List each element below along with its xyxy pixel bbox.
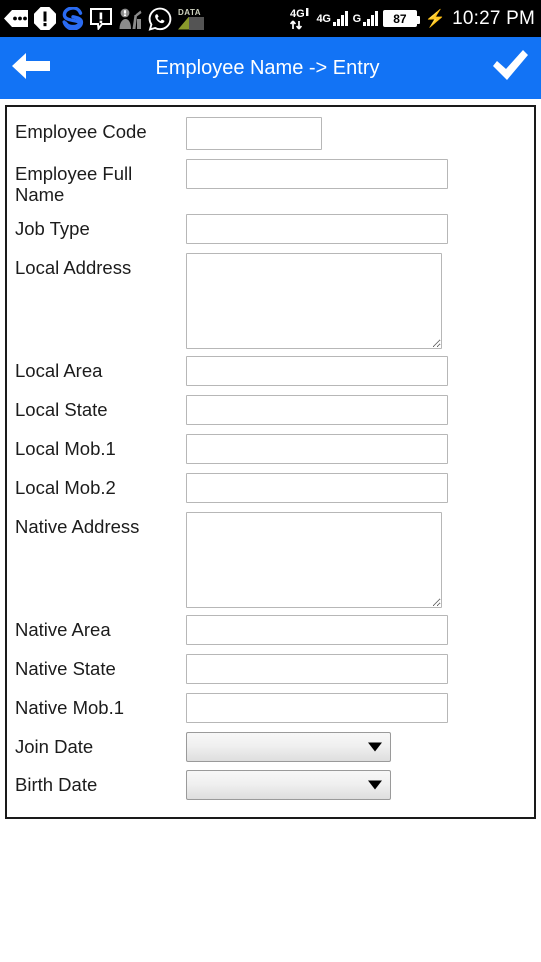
input-employee-full-name[interactable] [186, 159, 448, 189]
control-wrap-local-mob-2 [186, 473, 534, 503]
label-local-mob-1: Local Mob.1 [15, 438, 116, 459]
control-wrap-native-area [186, 615, 534, 645]
input-local-mob-1[interactable] [186, 434, 448, 464]
signal-4g-label: 4G [316, 13, 331, 25]
label-native-address: Native Address [15, 516, 140, 537]
arrow-left-icon [12, 51, 50, 86]
s-app-icon [62, 7, 84, 30]
label-native-mob-1: Native Mob.1 [15, 697, 124, 718]
control-wrap-employee-code [186, 117, 534, 150]
app-screen: DATA 4G 4G G 87 ⚡ 10:27 PM Employee Name… [0, 0, 541, 962]
label-employee-full-name: Employee Full Name [15, 163, 133, 205]
textarea-native-address[interactable] [186, 512, 442, 608]
label-local-state: Local State [15, 399, 108, 420]
input-job-type[interactable] [186, 214, 448, 244]
form-row-native-state: Native State [7, 654, 534, 684]
form-rows: Employee Code Employee Full Name Job Type L… [7, 107, 534, 800]
control-wrap-join-date [186, 732, 534, 762]
page-title: Employee Name -> Entry [155, 56, 380, 79]
form-row-local-mob-1: Local Mob.1 [7, 434, 534, 464]
label-local-area: Local Area [15, 360, 103, 381]
form-row-birth-date: Birth Date [7, 770, 534, 800]
signal-g-label: G [352, 13, 362, 25]
dropdown-wrap-birth-date [186, 770, 391, 800]
form-row-join-date: Join Date [7, 732, 534, 762]
input-local-area[interactable] [186, 356, 448, 386]
label-join-date: Join Date [15, 736, 94, 757]
check-icon [491, 49, 529, 87]
form-row-employee-full-name: Employee Full Name [7, 159, 534, 205]
back-button[interactable] [0, 37, 62, 99]
form-row-local-area: Local Area [7, 356, 534, 386]
form-row-employee-code: Employee Code [7, 117, 534, 150]
save-button[interactable] [479, 37, 541, 99]
label-native-area: Native Area [15, 619, 111, 640]
input-local-state[interactable] [186, 395, 448, 425]
status-bar: DATA 4G 4G G 87 ⚡ 10:27 PM [0, 0, 541, 37]
input-native-state[interactable] [186, 654, 448, 684]
signal-bars-icon [332, 11, 348, 26]
textarea-local-address[interactable] [186, 253, 442, 349]
data-usage-icon: DATA [178, 8, 204, 30]
svg-text:4G: 4G [290, 8, 305, 20]
control-wrap-local-mob-1 [186, 434, 534, 464]
form-row-local-mob-2: Local Mob.2 [7, 473, 534, 503]
signal-bars-icon-2 [362, 11, 378, 26]
whatsapp-icon [148, 7, 172, 31]
input-local-mob-2[interactable] [186, 473, 448, 503]
control-wrap-job-type [186, 214, 534, 244]
label-employee-code: Employee Code [15, 121, 147, 142]
input-native-area[interactable] [186, 615, 448, 645]
message-alert-icon [90, 7, 112, 30]
status-bar-system: 4G 4G G 87 ⚡ 10:27 PM [289, 0, 535, 37]
dropdown-birth-date[interactable] [186, 770, 391, 800]
control-wrap-employee-full-name [186, 159, 534, 189]
label-job-type: Job Type [15, 218, 90, 239]
control-wrap-native-mob-1 [186, 693, 534, 723]
status-bar-notifications: DATA [4, 0, 204, 37]
form-row-native-mob-1: Native Mob.1 [7, 693, 534, 723]
signal-g-indicator: G [353, 11, 378, 26]
alert-octagon-icon [34, 7, 56, 30]
form-row-local-address: Local Address [7, 253, 534, 349]
person-alert-icon [118, 8, 142, 30]
battery-icon: 87 [382, 10, 420, 27]
label-birth-date: Birth Date [15, 774, 98, 795]
control-wrap-native-state [186, 654, 534, 684]
control-wrap-local-address [186, 253, 534, 349]
label-local-mob-2: Local Mob.2 [15, 477, 116, 498]
form-row-local-state: Local State [7, 395, 534, 425]
sms-message-icon [4, 10, 28, 27]
signal-4g-indicator: 4G [317, 11, 348, 26]
form-row-native-address: Native Address [7, 512, 534, 608]
dropdown-wrap-join-date [186, 732, 391, 762]
employee-entry-form-panel: Employee Code Employee Full Name Job Type L… [5, 105, 536, 819]
control-wrap-local-area [186, 356, 534, 386]
form-row-native-area: Native Area [7, 615, 534, 645]
status-bar-clock: 10:27 PM [452, 7, 535, 29]
dropdown-join-date[interactable] [186, 732, 391, 762]
battery-level-label: 87 [393, 11, 407, 26]
network-type-4g-arrows: 4G [289, 7, 312, 31]
control-wrap-local-state [186, 395, 534, 425]
data-usage-label: DATA [178, 7, 202, 17]
control-wrap-birth-date [186, 770, 534, 800]
form-row-job-type: Job Type [7, 214, 534, 244]
label-native-state: Native State [15, 658, 116, 679]
input-native-mob-1[interactable] [186, 693, 448, 723]
app-bar: Employee Name -> Entry [0, 37, 541, 99]
control-wrap-native-address [186, 512, 534, 608]
charging-bolt-icon: ⚡ [424, 9, 447, 28]
label-local-address: Local Address [15, 257, 132, 278]
input-employee-code[interactable] [186, 117, 322, 150]
